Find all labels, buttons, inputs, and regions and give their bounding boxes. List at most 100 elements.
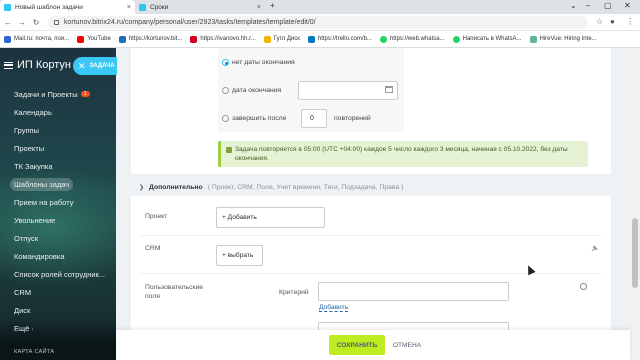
- menu-item-label: ТК Закупка: [14, 161, 53, 171]
- menu-item-label: Задачи и Проекты: [14, 89, 78, 99]
- close-slider-button[interactable]: ✕ ЗАДАЧА: [73, 57, 117, 75]
- counter-badge: 1: [80, 91, 90, 97]
- additional-title: Дополнительно: [149, 184, 203, 191]
- trello-icon: [307, 35, 315, 43]
- end-date-input[interactable]: [298, 81, 398, 100]
- left-menu: ИП Кортун Задачи и Проекты 1 Календарь Гр…: [0, 48, 116, 360]
- select-crm-button[interactable]: + выбрать: [216, 245, 263, 266]
- bookmark-mailru[interactable]: Mail.ru: почта, пои...: [4, 35, 70, 43]
- hh-icon: [190, 35, 198, 43]
- menu-item-disk[interactable]: Диск: [0, 301, 116, 319]
- bookmark-google-drive[interactable]: Гугл Диск: [263, 35, 300, 43]
- menu-item-label: Список ролей сотрудник...: [14, 269, 106, 279]
- gear-icon[interactable]: [580, 283, 587, 290]
- menu-item-label: Проекты: [14, 143, 45, 153]
- bitrix-icon: [118, 35, 126, 43]
- radio-label: нет даты окончания: [232, 59, 295, 66]
- tab-new-template[interactable]: Новый шаблон задачи ×: [0, 0, 135, 14]
- bookmark-trello[interactable]: https://trello.com/b...: [307, 35, 372, 43]
- company-header[interactable]: ИП Кортун: [4, 59, 71, 71]
- cancel-button[interactable]: ОТМЕНА: [392, 335, 422, 355]
- lock-icon: [54, 20, 59, 25]
- sitemap-link[interactable]: КАРТА САЙТА: [14, 349, 54, 355]
- radio-no-end-date[interactable]: [222, 59, 229, 66]
- menu-item-label: Диск: [14, 305, 31, 315]
- menu-item-vacation[interactable]: Отпуск: [0, 229, 116, 247]
- add-project-button[interactable]: + Добавить: [216, 207, 325, 228]
- tab-close-icon[interactable]: ×: [127, 4, 131, 11]
- bookmark-label: Гугл Диск: [273, 36, 300, 42]
- menu-item-business-trip[interactable]: Командировка: [0, 247, 116, 265]
- radio-end-date[interactable]: [222, 87, 229, 94]
- browser-menu-icon[interactable]: ⋮: [626, 17, 634, 26]
- bookmark-label: https://trello.com/b...: [317, 36, 372, 42]
- bookmark-youtube[interactable]: YouTube: [77, 35, 111, 43]
- tab-deadlines[interactable]: Сроки ×: [135, 0, 265, 14]
- bookmark-label: Написать в WhatsA...: [462, 36, 522, 42]
- bookmark-hirevue[interactable]: HireVue: Hiring Inte...: [529, 35, 597, 43]
- profile-icon[interactable]: ●: [610, 17, 615, 26]
- bitrix-favicon-icon: [4, 3, 11, 11]
- tab-title: Сроки: [150, 3, 169, 11]
- menu-item-crm[interactable]: CRM: [0, 283, 116, 301]
- bookmark-hh[interactable]: https://ivanovo.hh.r...: [190, 35, 256, 43]
- back-icon[interactable]: ←: [2, 18, 14, 27]
- url-text: kortunov.bitrix24.ru/company/personal/us…: [64, 19, 316, 26]
- menu-item-employee-roles[interactable]: Список ролей сотрудник...: [0, 265, 116, 283]
- menu-list: Задачи и Проекты 1 Календарь Группы Проек…: [0, 85, 116, 337]
- tab-close-icon[interactable]: ×: [257, 4, 261, 11]
- menu-item-tk-purchase[interactable]: ТК Закупка: [0, 157, 116, 175]
- bookmark-label: Mail.ru: почта, пои...: [14, 36, 70, 42]
- menu-item-label: Календарь: [14, 107, 52, 117]
- criterion-input[interactable]: [318, 282, 509, 301]
- bitrix-favicon-icon: [139, 3, 146, 11]
- minimize-icon[interactable]: –: [586, 1, 590, 10]
- menu-item-label: Командировка: [14, 251, 65, 261]
- address-bar-row: ← → ↻ kortunov.bitrix24.ru/company/perso…: [0, 14, 640, 31]
- tab-search-icon[interactable]: ⌄: [570, 1, 577, 10]
- hamburger-icon[interactable]: [4, 61, 13, 69]
- radio-end-after[interactable]: [222, 115, 229, 122]
- page-scrollbar[interactable]: [630, 48, 640, 360]
- menu-item-calendar[interactable]: Календарь: [0, 103, 116, 121]
- menu-item-hiring[interactable]: Прием на работу: [0, 193, 116, 211]
- close-icon: ✕: [78, 60, 86, 71]
- save-button[interactable]: СОХРАНИТЬ: [329, 335, 385, 355]
- calendar-icon[interactable]: [385, 86, 393, 93]
- forward-icon[interactable]: →: [16, 18, 28, 27]
- menu-item-label: Ещё ·: [14, 323, 34, 333]
- company-name: ИП Кортун: [17, 59, 72, 71]
- mailru-icon: [4, 35, 11, 43]
- row-divider: [139, 235, 602, 236]
- bookmarks-bar: Mail.ru: почта, пои... YouTube https://k…: [0, 31, 640, 48]
- maximize-icon[interactable]: ▢: [604, 1, 612, 10]
- tab-title: Новый шаблон задачи: [15, 3, 83, 11]
- close-window-icon[interactable]: ✕: [624, 1, 631, 10]
- bookmark-label: https://kortunov.bit...: [128, 36, 183, 42]
- menu-item-more[interactable]: Ещё ·: [0, 319, 116, 337]
- reload-icon[interactable]: ↻: [30, 18, 42, 27]
- additional-links[interactable]: ( Проект, CRM, Поля, Учет времени, Теги,…: [208, 184, 404, 191]
- url-input[interactable]: kortunov.bitrix24.ru/company/personal/us…: [48, 16, 588, 29]
- add-field-link[interactable]: Добавить: [319, 304, 349, 312]
- whatsapp-icon: [452, 35, 460, 43]
- new-tab-button[interactable]: +: [270, 1, 275, 10]
- bookmark-label: https://web.whatsa...: [389, 36, 445, 42]
- scrollbar-thumb[interactable]: [632, 218, 638, 288]
- bookmark-whatsapp-web[interactable]: https://web.whatsa...: [379, 35, 445, 43]
- browser-tab-bar: Новый шаблон задачи × Сроки × + ⌄ – ▢ ✕: [0, 0, 640, 14]
- additional-section-toggle[interactable]: ❯ Дополнительно ( Проект, CRM, Поля, Уче…: [139, 184, 403, 191]
- menu-item-task-templates[interactable]: Шаблоны задач: [0, 175, 116, 193]
- bookmark-kortunov[interactable]: https://kortunov.bit...: [118, 35, 183, 43]
- info-text: Задача повторяется в 05:00 (UTC +04:00) …: [235, 146, 568, 162]
- bookmark-star-icon[interactable]: ☆: [596, 17, 603, 26]
- bookmark-whatsapp-write[interactable]: Написать в WhatsA...: [452, 35, 522, 43]
- pin-icon[interactable]: [591, 245, 598, 252]
- repeat-count-input[interactable]: 0: [301, 109, 327, 128]
- menu-item-projects[interactable]: Проекты: [0, 139, 116, 157]
- menu-item-dismissal[interactable]: Увольнение: [0, 211, 116, 229]
- menu-item-tasks-projects[interactable]: Задачи и Проекты 1: [0, 85, 116, 103]
- menu-item-label: Увольнение: [14, 215, 56, 225]
- menu-item-groups[interactable]: Группы: [0, 121, 116, 139]
- user-fields-label: Пользовательские поля: [145, 284, 204, 300]
